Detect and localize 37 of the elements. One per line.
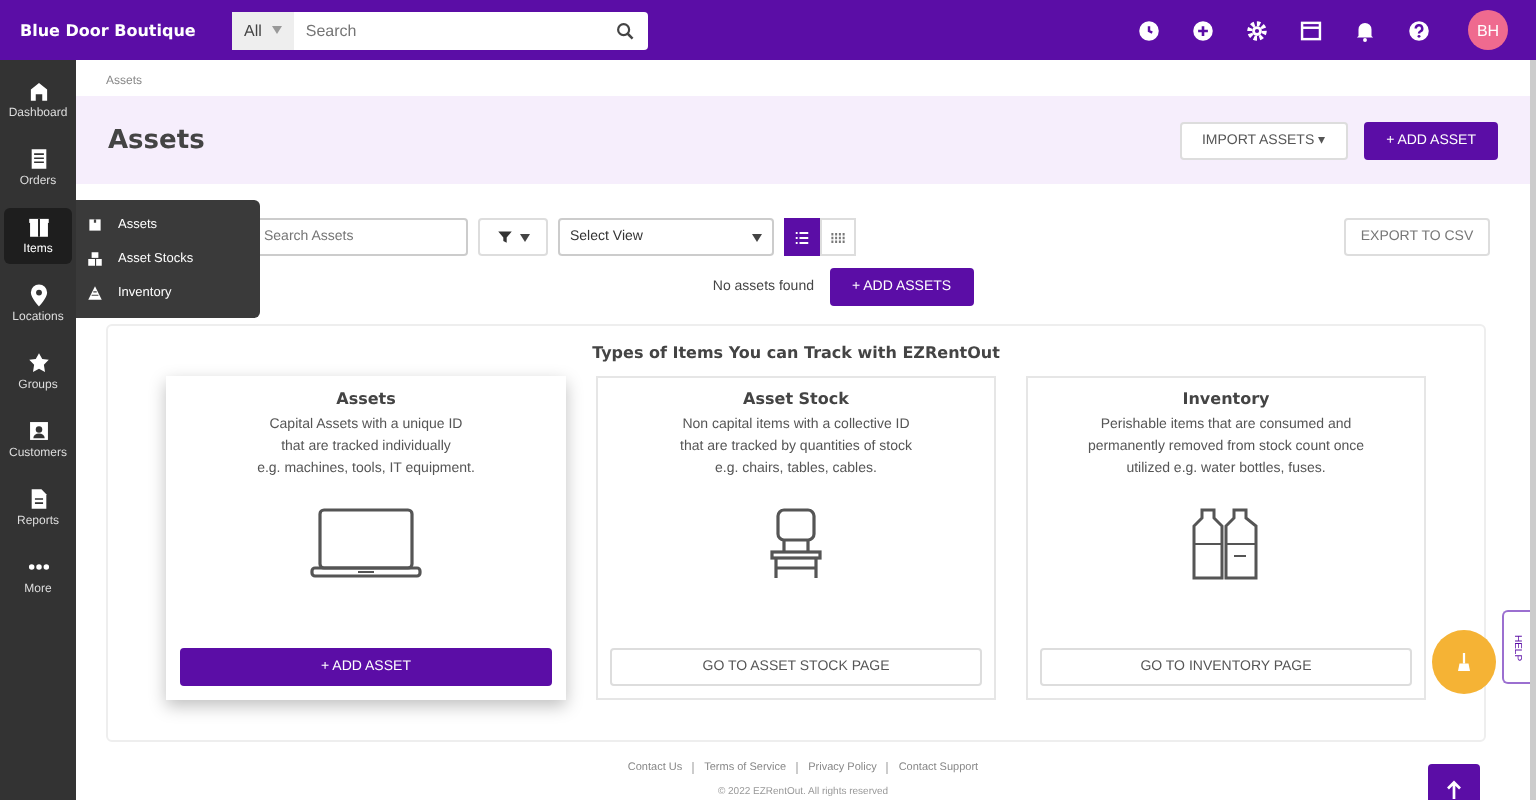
add-icon[interactable] [1190,17,1216,43]
card-title: Asset Stock [743,390,849,408]
search-field[interactable]: All Search [232,11,648,49]
caret-icon [271,26,282,34]
laptop-icon [310,508,422,580]
list-icon [792,227,812,247]
card-title: Inventory [1182,390,1270,408]
filter-button[interactable] [478,218,548,256]
water-bottles-icon [1192,508,1260,580]
help-icon[interactable] [1406,17,1432,43]
section-title: Types of Items You can Track with EZRentOut [590,344,1002,362]
caret-icon [520,233,530,241]
caret-icon [752,233,762,241]
calendar-icon[interactable] [1298,17,1324,43]
broom-icon [1452,650,1476,674]
box-icon [86,216,104,234]
grid-view-toggle[interactable] [820,218,856,256]
page-title: Assets [108,125,207,155]
list-view-toggle[interactable] [784,218,820,256]
columns-icon [828,227,848,247]
house-icon [25,78,51,104]
gift-box-icon [25,214,51,240]
up-arrow-icon [1442,778,1466,800]
person-card-icon [25,418,51,444]
pin-icon [25,282,51,308]
clock-icon[interactable] [1136,17,1162,43]
scope-dropdown[interactable]: All [232,11,294,49]
star-icon [25,350,51,376]
filter-icon [496,228,514,246]
bell-icon[interactable] [1352,17,1378,43]
brand-name[interactable]: Blue Door Boutique [20,21,232,39]
card-title: Assets [336,390,396,408]
chair-icon [770,508,822,580]
search-icon[interactable] [614,19,636,41]
settings-icon[interactable] [1244,17,1270,43]
stacked-boxes-icon [86,250,104,268]
pyramid-icon [86,284,104,302]
